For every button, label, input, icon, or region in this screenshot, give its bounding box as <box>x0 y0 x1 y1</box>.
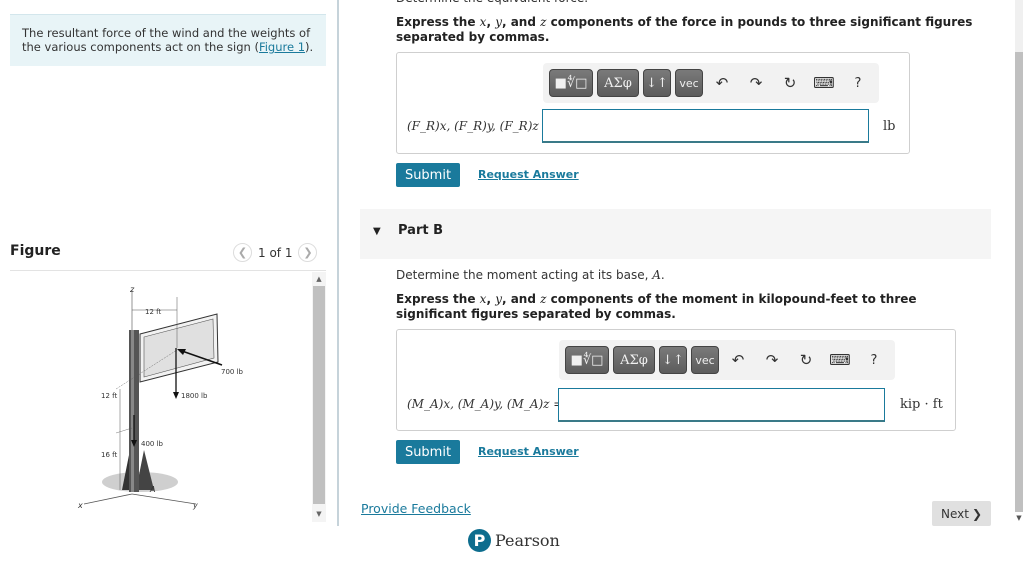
templates-button[interactable]: ■∜□ <box>549 69 593 97</box>
part-b-submit-button[interactable]: Submit <box>396 440 460 464</box>
part-b-request-answer-link[interactable]: Request Answer <box>478 445 579 458</box>
undo-icon[interactable]: ↶ <box>707 69 737 97</box>
templates-button[interactable]: ■∜□ <box>565 346 609 374</box>
point-a-label: A <box>149 485 155 494</box>
keyboard-icon[interactable]: ⌨ <box>825 346 855 374</box>
panel-divider <box>337 0 339 526</box>
undo-icon[interactable]: ↶ <box>723 346 753 374</box>
pearson-p-icon: P <box>468 529 491 552</box>
greek-symbols-button[interactable]: ΑΣφ <box>597 69 639 97</box>
y-label: y <box>192 501 198 510</box>
z-label: z <box>129 285 135 294</box>
figure-divider <box>10 270 326 271</box>
part-b-title: Part B <box>398 223 444 238</box>
provide-feedback-link[interactable]: Provide Feedback <box>361 501 471 516</box>
pearson-wordmark: Pearson <box>495 531 560 550</box>
redo-icon[interactable]: ↷ <box>741 69 771 97</box>
part-b-equation-label: (M_A)x, (M_A)y, (M_A)z = <box>407 397 564 411</box>
figure-image: z x y A 12 ft 12 ft 16 ft 700 lb 1800 lb… <box>10 272 312 522</box>
part-a-answer-input[interactable] <box>542 109 869 143</box>
keyboard-icon[interactable]: ⌨ <box>809 69 839 97</box>
figure-link[interactable]: Figure 1 <box>259 40 305 54</box>
greek-symbols-button[interactable]: ΑΣφ <box>613 346 655 374</box>
page-scrollbar[interactable]: ▼ <box>1014 0 1024 565</box>
subscript-superscript-button[interactable]: ↓↑ <box>643 69 671 97</box>
figure-page-count: 1 of 1 <box>258 245 293 260</box>
reset-icon[interactable]: ↻ <box>775 69 805 97</box>
part-b-header[interactable]: ▼ Part B <box>360 209 991 259</box>
page-scroll-down-icon[interactable]: ▼ <box>1014 514 1024 522</box>
x-axis <box>83 493 133 505</box>
left-panel: The resultant force of the wind and the … <box>0 0 338 565</box>
help-icon[interactable]: ? <box>859 346 889 374</box>
upper-height-label: 12 ft <box>101 392 117 400</box>
width-dim-label: 12 ft <box>145 308 161 316</box>
help-icon[interactable]: ? <box>843 69 873 97</box>
figure-scroll-thumb[interactable] <box>313 286 325 504</box>
part-a-request-answer-link[interactable]: Request Answer <box>478 168 579 181</box>
question-panel: Determine the equivalent force. Express … <box>340 0 1010 565</box>
part-a-instruction: Express the x, y, and z components of th… <box>396 15 973 44</box>
part-a-math-toolbar: ■∜□ ΑΣφ ↓↑ vec ↶ ↷ ↻ ⌨ ? <box>543 63 879 103</box>
vector-button[interactable]: vec <box>675 69 703 97</box>
collapse-caret-icon[interactable]: ▼ <box>373 226 381 237</box>
part-a-unit: lb <box>883 119 896 134</box>
lower-height-label: 16 ft <box>101 451 117 459</box>
part-b-prompt: Determine the moment acting at its base,… <box>396 268 665 282</box>
part-b-instruction: Express the x, y, and z components of th… <box>396 292 917 321</box>
vector-button[interactable]: vec <box>691 346 719 374</box>
part-b-answer-box: ■∜□ ΑΣφ ↓↑ vec ↶ ↷ ↻ ⌨ ? (M_A)x, (M_A)y,… <box>396 329 956 431</box>
prev-figure-button[interactable]: ❮ <box>233 243 252 262</box>
page-scroll-thumb[interactable] <box>1015 52 1023 512</box>
x-label: x <box>77 501 83 510</box>
figure-scrollbar[interactable]: ▲ ▼ <box>312 272 326 522</box>
pearson-logo: P Pearson <box>468 529 560 552</box>
wind-force-label: 700 lb <box>221 368 244 376</box>
y-axis <box>131 493 197 505</box>
scroll-up-icon[interactable]: ▲ <box>312 273 326 285</box>
next-button[interactable]: Next ❯ <box>932 501 991 526</box>
subscript-superscript-button[interactable]: ↓↑ <box>659 346 687 374</box>
reset-icon[interactable]: ↻ <box>791 346 821 374</box>
part-a-answer-box: ■∜□ ΑΣφ ↓↑ vec ↶ ↷ ↻ ⌨ ? (F_R)x, (F_R)y,… <box>396 52 910 154</box>
part-b-math-toolbar: ■∜□ ΑΣφ ↓↑ vec ↶ ↷ ↻ ⌨ ? <box>559 340 895 380</box>
part-b-answer-input[interactable] <box>558 388 885 422</box>
figure-pager: ❮ 1 of 1 ❯ <box>233 243 318 262</box>
redo-icon[interactable]: ↷ <box>757 346 787 374</box>
chevron-right-icon: ❯ <box>971 506 983 521</box>
intro-after: ). <box>305 40 314 54</box>
sign-diagram: z x y A 12 ft 12 ft 16 ft 700 lb 1800 lb… <box>77 285 244 510</box>
part-a-submit-button[interactable]: Submit <box>396 163 460 187</box>
pole-weight-label: 400 lb <box>141 440 164 448</box>
part-b-unit: kip · ft <box>900 397 943 412</box>
sign-weight-label: 1800 lb <box>181 392 208 400</box>
figure-title: Figure <box>10 243 61 259</box>
problem-intro: The resultant force of the wind and the … <box>10 14 326 66</box>
part-a-prompt: Determine the equivalent force. <box>396 0 588 5</box>
scroll-down-icon[interactable]: ▼ <box>312 508 326 520</box>
part-a-equation-label: (F_R)x, (F_R)y, (F_R)z = <box>407 119 553 133</box>
next-label: Next <box>940 506 969 521</box>
next-figure-button[interactable]: ❯ <box>298 243 318 262</box>
